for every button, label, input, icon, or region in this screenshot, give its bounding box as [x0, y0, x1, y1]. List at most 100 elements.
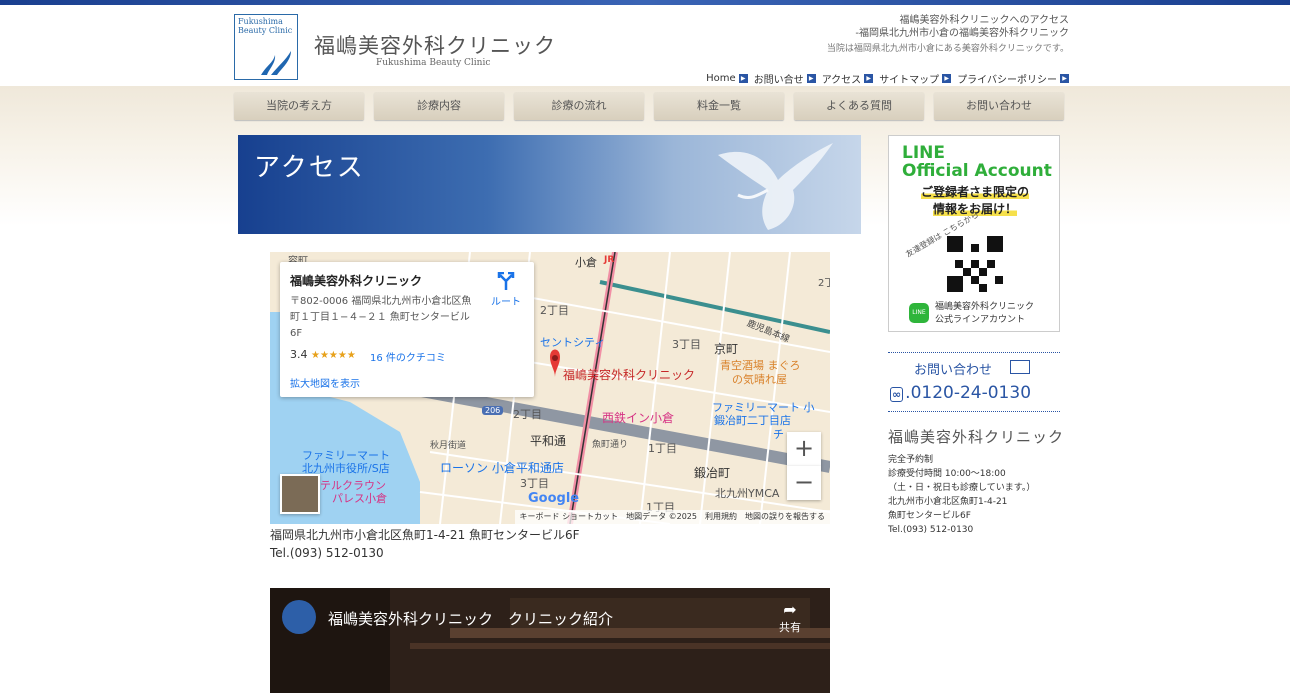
- line-account-name: 福嶋美容外科クリニック 公式ラインアカウント: [935, 301, 1034, 327]
- arrow-icon: ▶: [864, 74, 874, 83]
- route-badge: 206: [482, 406, 504, 415]
- mail-icon: [1010, 360, 1030, 374]
- directions-icon: [497, 271, 515, 290]
- channel-avatar[interactable]: [282, 600, 316, 634]
- gnav-philosophy[interactable]: 当院の考え方: [234, 92, 364, 120]
- line-title-line1: LINE: [902, 143, 945, 163]
- youtube-video[interactable]: 福嶋美容外科クリニック クリニック紹介 ➦ 共有: [270, 588, 830, 693]
- header-nav-label: サイトマップ: [879, 75, 940, 86]
- arrow-icon: ▶: [1060, 74, 1069, 83]
- gnav-contact[interactable]: お問い合わせ: [934, 92, 1064, 120]
- directions-label: ルート: [491, 297, 521, 308]
- gnav-treatments[interactable]: 診療内容: [374, 92, 504, 120]
- google-map[interactable]: 小倉 JR 2丁目 3丁目 京町 セントシティ 福嶋美容外科クリニック 青空酒場…: [270, 252, 830, 524]
- address-line: 福岡県北九州市小倉北区魚町1-4-21 魚町センタービル6F: [270, 528, 580, 542]
- share-button[interactable]: ➦ 共有: [770, 600, 810, 635]
- free-dial-icon: ∞: [890, 387, 904, 402]
- rating-value: 3.4: [290, 348, 308, 361]
- contact-label[interactable]: お問い合わせ: [914, 359, 992, 378]
- header-nav: Home ▶ お問い合せ ▶ アクセス ▶ サイトマップ ▶ プライバシーポリシー ▶: [706, 71, 1069, 86]
- header-nav-label: プライバシーポリシー: [957, 75, 1057, 86]
- header-nav-contact[interactable]: お問い合せ ▶: [754, 71, 816, 86]
- header-nav-privacy[interactable]: プライバシーポリシー ▶: [957, 71, 1069, 86]
- line-account-line1: 福嶋美容外科クリニック: [935, 302, 1035, 312]
- header-info: 福嶋美容外科クリニックへのアクセス -福岡県北九州市小倉の福嶋美容外科クリニック…: [827, 14, 1069, 56]
- reviews-link[interactable]: 16 件のクチコミ: [370, 349, 446, 364]
- map-label: 西鉄イン小倉: [602, 411, 675, 425]
- google-logo: Google: [528, 491, 580, 506]
- line-account-line2: 公式ラインアカウント: [935, 315, 1026, 325]
- qr-code-icon: [947, 236, 1003, 292]
- logo[interactable]: Fukushima Beauty Clinic: [234, 14, 298, 80]
- sidebar-clinic-info: 完全予約制 診療受付時間 10:00～18:00 （土・日・祝日も診療しています…: [888, 453, 1035, 537]
- zoom-out-button[interactable]: −: [787, 466, 821, 500]
- map-label: 3丁目: [520, 477, 549, 490]
- site-title[interactable]: 福嶋美容外科クリニック: [314, 30, 556, 60]
- place-address: 〒802-0006 福岡県北九州市小倉北区魚町１丁目１−４−２１ 魚町センタービ…: [290, 296, 472, 339]
- map-label: 2丁: [818, 278, 830, 289]
- map-label: の気晴れ屋: [732, 373, 787, 386]
- header-info-line1: 福嶋美容外科クリニックへのアクセス: [899, 15, 1070, 26]
- egret-image: [718, 143, 833, 230]
- logo-text: Fukushima Beauty Clinic: [238, 17, 292, 35]
- map-label: ローソン 小倉平和通店: [440, 461, 564, 475]
- satellite-toggle[interactable]: [280, 474, 320, 514]
- directions-button[interactable]: ルート: [485, 271, 527, 308]
- map-label: 秋月街道: [430, 441, 467, 451]
- map-label: 魚町通り: [592, 440, 629, 450]
- logo-text-line1: Fukushima: [238, 17, 283, 26]
- header-nav-label: アクセス: [821, 75, 862, 86]
- site-subtitle: Fukushima Beauty Clinic: [376, 58, 491, 68]
- share-icon: ➦: [783, 600, 797, 619]
- line-icon: LINE: [909, 303, 929, 323]
- map-label: 2丁目: [540, 304, 569, 317]
- arrow-icon: ▶: [942, 74, 952, 83]
- video-title[interactable]: 福嶋美容外科クリニック クリニック紹介: [328, 608, 613, 629]
- gnav-flow[interactable]: 診療の流れ: [514, 92, 644, 120]
- map-label: 3丁目: [672, 338, 701, 351]
- map-footer[interactable]: キーボード ショートカット 地図データ ©2025 利用規約 地図の誤りを報告す…: [514, 510, 830, 524]
- info-line: 北九州市小倉北区魚町1-4-21: [888, 497, 1008, 507]
- map-label: パレス小倉: [332, 492, 387, 505]
- map-label: セントシティ: [540, 336, 606, 349]
- map-label: 北九州YMCA: [715, 487, 780, 500]
- map-label: 2丁目: [513, 408, 542, 421]
- map-label: 京町: [714, 342, 739, 356]
- map-label: 小倉: [575, 256, 597, 269]
- sidebar-clinic-name: 福嶋美容外科クリニック: [888, 428, 1065, 446]
- zoom-in-button[interactable]: +: [787, 432, 821, 466]
- header-nav-access[interactable]: アクセス ▶: [822, 71, 874, 86]
- global-nav: 当院の考え方 診療内容 診療の流れ 料金一覧 よくある質問 お問い合わせ: [234, 92, 1064, 120]
- arrow-icon: ▶: [738, 74, 748, 83]
- line-title: LINE Official Account: [902, 144, 1052, 180]
- map-label: JR: [604, 255, 615, 265]
- line-title-line2: Official Account: [902, 161, 1052, 181]
- swan-logo-icon: [261, 51, 291, 75]
- header-info-line3: 当院は福岡県北九州市小倉にある美容外科クリニックです。: [826, 44, 1069, 54]
- larger-map-link[interactable]: 拡大地図を表示: [290, 375, 360, 390]
- info-line: 診療受付時間 10:00～18:00: [888, 469, 1006, 479]
- header-nav-sitemap[interactable]: サイトマップ ▶: [879, 71, 952, 86]
- contact-phone[interactable]: ∞ .0120-24-0130: [890, 383, 1031, 403]
- phone-number: .0120-24-0130: [905, 383, 1032, 403]
- info-line: 完全予約制: [888, 455, 934, 465]
- access-address: 福岡県北九州市小倉北区魚町1-4-21 魚町センタービル6F Tel.(093)…: [270, 526, 580, 562]
- share-label: 共有: [779, 621, 801, 634]
- video-thumbnail: [270, 588, 830, 693]
- arrow-icon: ▶: [806, 74, 816, 83]
- contact-block[interactable]: お問い合わせ ∞ .0120-24-0130: [888, 352, 1060, 412]
- map-label: チ: [773, 428, 784, 441]
- place-rating: 3.4 ★★★★★: [290, 348, 356, 361]
- info-line: 魚町センタービル6F: [888, 511, 971, 521]
- map-label: 平和通: [530, 434, 567, 448]
- map-label: 1丁目: [648, 442, 677, 455]
- info-line: Tel.(093) 512-0130: [888, 525, 974, 535]
- map-label: 鍛冶町: [694, 466, 731, 480]
- header-nav-label: Home: [706, 73, 736, 84]
- rating-stars-icon: ★★★★★: [311, 350, 356, 361]
- line-official-banner[interactable]: LINE Official Account ご登録者さま限定の 情報をお届け！ …: [888, 135, 1060, 332]
- gnav-prices[interactable]: 料金一覧: [654, 92, 784, 120]
- header-nav-home[interactable]: Home ▶: [706, 71, 748, 86]
- gnav-faq[interactable]: よくある質問: [794, 92, 924, 120]
- header-info-line2: -福岡県北九州市小倉の福嶋美容外科クリニック: [855, 28, 1069, 39]
